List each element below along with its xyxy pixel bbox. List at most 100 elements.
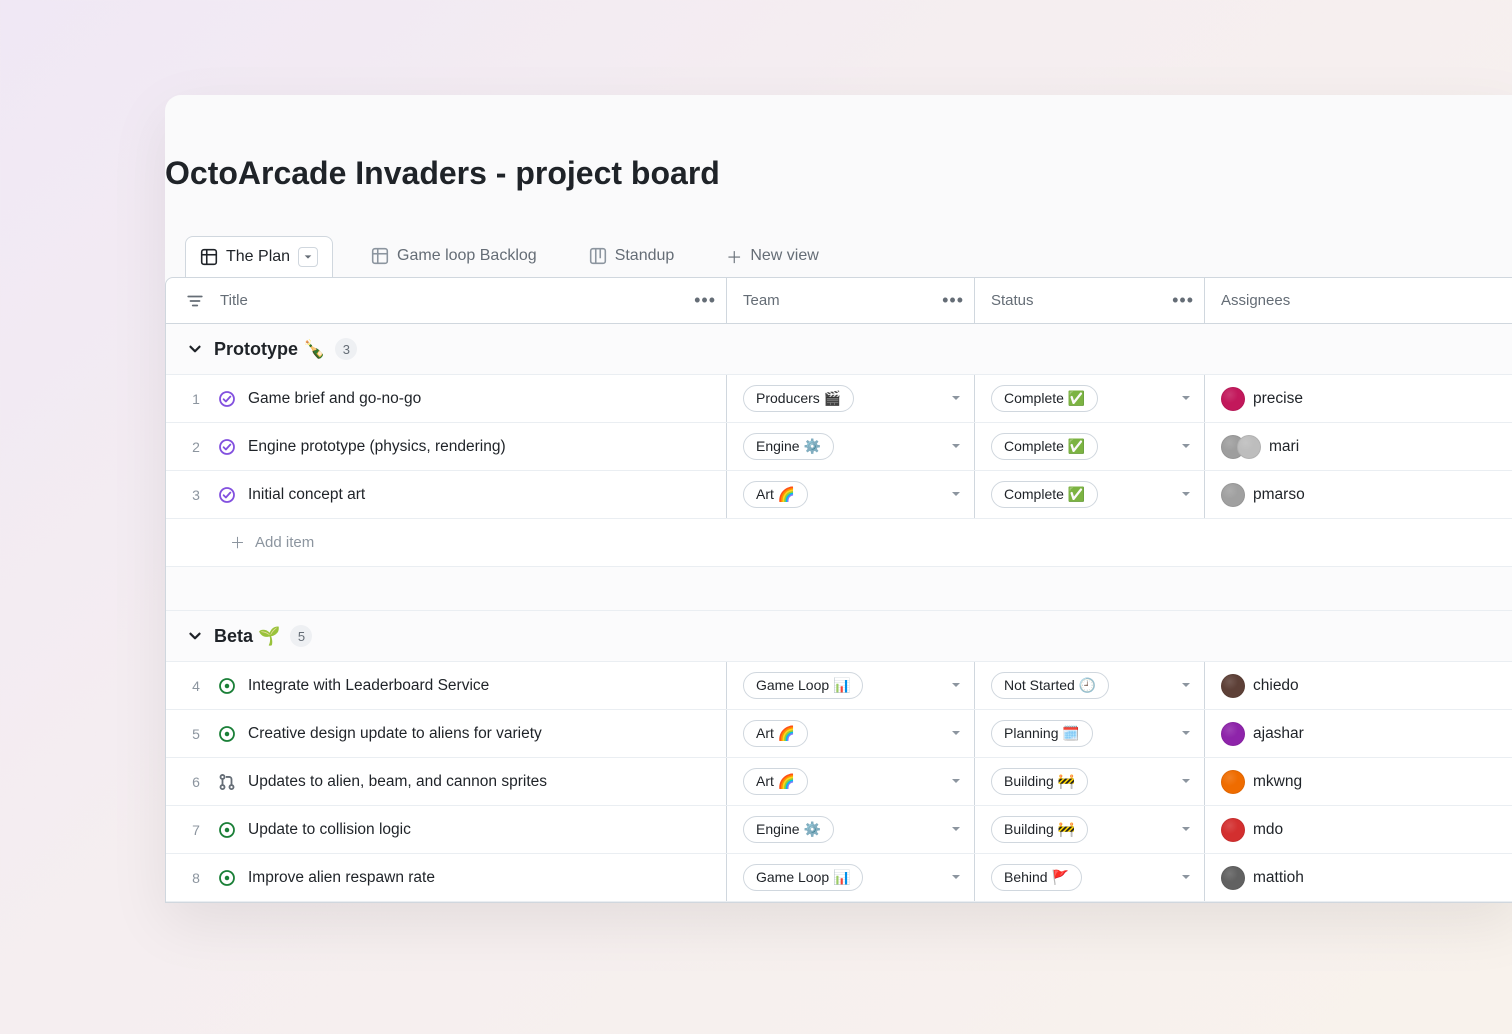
cell-dropdown-icon[interactable] [1180,775,1194,789]
plus-icon: ＋ [726,244,742,268]
status-pill[interactable]: Building 🚧 [991,768,1088,795]
team-pill[interactable]: Producers 🎬 [743,385,854,412]
table-icon [371,247,389,265]
issue-state-icon [218,390,236,408]
filter-icon[interactable] [186,292,204,310]
cell-dropdown-icon[interactable] [950,488,964,502]
issue-state-icon [218,869,236,887]
chevron-down-icon [186,340,204,358]
issue-title: Initial concept art [248,486,365,504]
tab-game-loop-backlog[interactable]: Game loop Backlog [357,237,551,275]
cell-dropdown-icon[interactable] [950,440,964,454]
team-pill[interactable]: Engine ⚙️ [743,816,834,843]
issue-state-icon [218,773,236,791]
avatar [1237,435,1261,459]
status-pill[interactable]: Building 🚧 [991,816,1088,843]
table-row[interactable]: 8Improve alien respawn rateGame Loop 📊Be… [166,854,1512,902]
status-pill[interactable]: Complete ✅ [991,433,1098,460]
avatar [1221,674,1245,698]
group-name: Beta 🌱 [214,626,280,647]
issue-title: Game brief and go-no-go [248,390,421,408]
table-row[interactable]: 2 Engine prototype (physics, rendering) En… [166,423,1512,471]
project-table: Title ••• Team ••• Status ••• Assignees … [165,277,1512,903]
avatar [1221,387,1245,411]
assignee-name: mkwng [1253,773,1302,791]
team-pill[interactable]: Engine ⚙️ [743,433,834,460]
tab-standup[interactable]: Standup [575,237,689,275]
cell-dropdown-icon[interactable] [1180,871,1194,885]
assignee-name: mari [1269,438,1299,456]
tab-the-plan[interactable]: The Plan [185,236,333,277]
group-count-badge: 5 [290,625,312,647]
avatar [1221,866,1245,890]
issue-state-icon [218,438,236,456]
column-header-assignees[interactable]: Assignees [1221,292,1290,309]
avatar [1221,770,1245,794]
cell-dropdown-icon[interactable] [1180,488,1194,502]
board-icon [589,247,607,265]
views-tab-bar: The Plan Game loop Backlog [165,234,1512,278]
issue-title: Integrate with Leaderboard Service [248,677,489,695]
cell-dropdown-icon[interactable] [1180,679,1194,693]
cell-dropdown-icon[interactable] [950,727,964,741]
cell-dropdown-icon[interactable] [950,775,964,789]
avatar [1221,818,1245,842]
new-view-label: New view [750,247,818,265]
row-number: 8 [186,870,206,886]
table-row[interactable]: 6Updates to alien, beam, and cannon spri… [166,758,1512,806]
status-pill[interactable]: Behind 🚩 [991,864,1082,891]
cell-dropdown-icon[interactable] [1180,440,1194,454]
table-row[interactable]: 4 Integrate with Leaderboard Service Game … [166,662,1512,710]
issue-state-icon [218,677,236,695]
group-header[interactable]: Beta 🌱 5 [166,611,1512,662]
cell-dropdown-icon[interactable] [1180,392,1194,406]
team-pill[interactable]: Game Loop 📊 [743,864,863,891]
row-number: 1 [186,391,206,407]
row-number: 7 [186,822,206,838]
table-row[interactable]: 3Initial concept artArt 🌈Complete ✅pmars… [166,471,1512,519]
issue-title: Updates to alien, beam, and cannon sprit… [248,773,547,791]
issue-state-icon [218,821,236,839]
team-pill[interactable]: Art 🌈 [743,481,808,508]
group-header[interactable]: Prototype 🍾3 [166,324,1512,375]
plus-icon: ＋ [230,532,245,553]
row-number: 4 [186,678,206,694]
add-item-button[interactable]: ＋Add item [166,519,1512,567]
assignee-name: mdo [1253,821,1283,839]
column-header-title[interactable]: Title [220,292,248,309]
issue-state-icon [218,725,236,743]
status-pill[interactable]: Complete ✅ [991,481,1098,508]
page-title: OctoArcade Invaders - project board [165,155,1512,192]
table-row[interactable]: 1 Game brief and go-no-go Producers 🎬 Compl… [166,375,1512,423]
table-row[interactable]: 7 Update to collision logic Engine ⚙️ Build… [166,806,1512,854]
issue-title: Update to collision logic [248,821,411,839]
cell-dropdown-icon[interactable] [1180,823,1194,837]
cell-dropdown-icon[interactable] [1180,727,1194,741]
team-pill[interactable]: Art 🌈 [743,720,808,747]
cell-dropdown-icon[interactable] [950,871,964,885]
column-menu-button[interactable]: ••• [694,290,716,311]
column-menu-button[interactable]: ••• [1172,290,1194,311]
table-row[interactable]: 5Creative design update to aliens for va… [166,710,1512,758]
column-menu-button[interactable]: ••• [942,290,964,311]
row-number: 2 [186,439,206,455]
table-icon [200,248,218,266]
assignee-name: precise [1253,390,1303,408]
column-header-team[interactable]: Team [743,292,780,309]
cell-dropdown-icon[interactable] [950,392,964,406]
project-board-window: OctoArcade Invaders - project board The … [165,95,1512,903]
status-pill[interactable]: Not Started 🕘 [991,672,1109,699]
cell-dropdown-icon[interactable] [950,823,964,837]
column-header-status[interactable]: Status [991,292,1034,309]
status-pill[interactable]: Complete ✅ [991,385,1098,412]
team-pill[interactable]: Game Loop 📊 [743,672,863,699]
tab-dropdown-button[interactable] [298,247,318,267]
issue-title: Engine prototype (physics, rendering) [248,438,506,456]
status-pill[interactable]: Planning 🗓️ [991,720,1093,747]
tab-label: Standup [615,247,675,265]
new-view-button[interactable]: ＋ New view [712,234,832,278]
assignee-name: ajashar [1253,725,1304,743]
team-pill[interactable]: Art 🌈 [743,768,808,795]
cell-dropdown-icon[interactable] [950,679,964,693]
group-gap [166,567,1512,611]
